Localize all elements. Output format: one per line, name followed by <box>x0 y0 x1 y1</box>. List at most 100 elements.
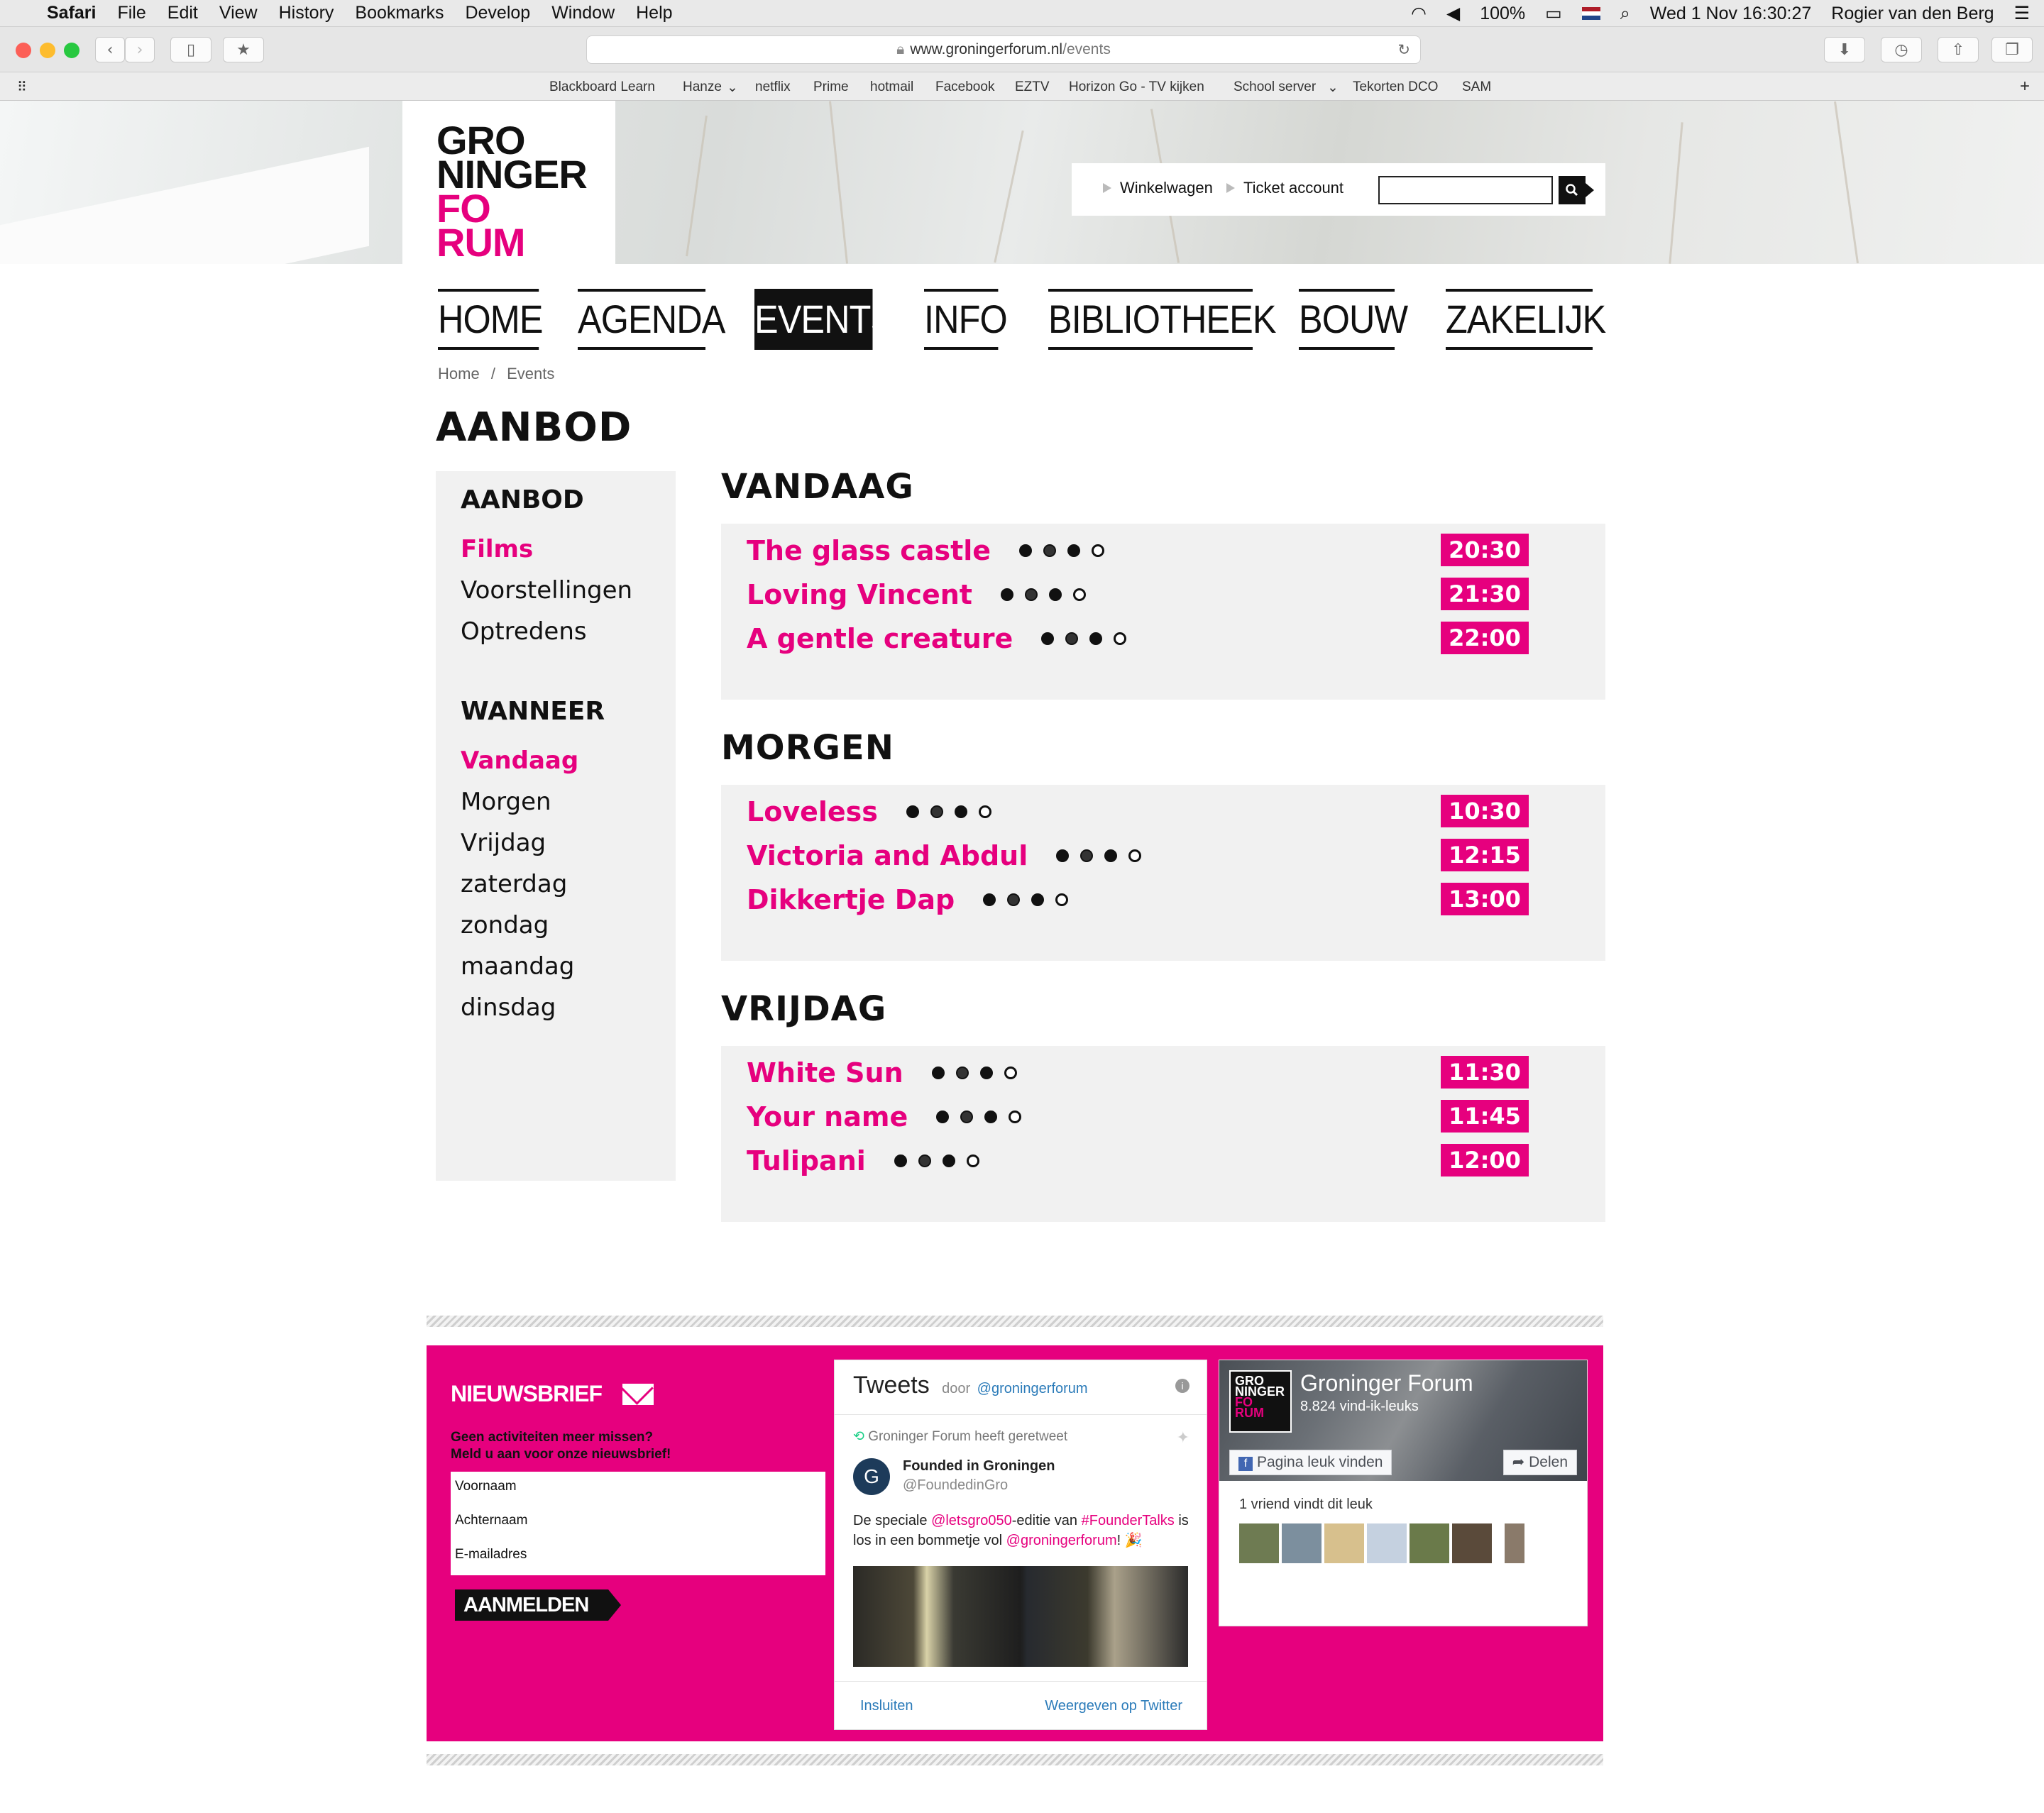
filter-voorstellingen[interactable]: Voorstellingen <box>461 576 632 605</box>
ticket-account-link[interactable]: Ticket account <box>1226 179 1344 197</box>
last-name-field[interactable]: Achternaam <box>455 1513 527 1528</box>
tweet-author[interactable]: Founded in Groningen <box>903 1458 1055 1475</box>
event-time-button[interactable]: 11:45 <box>1441 1100 1529 1133</box>
event-title-link[interactable]: The glass castle <box>747 535 991 566</box>
bookmark-item[interactable]: Blackboard Learn <box>549 79 655 95</box>
facebook-like-page-button[interactable]: f Pagina leuk vinden <box>1229 1450 1392 1475</box>
nav-bibliotheek[interactable]: BIBLIOTHEEK <box>1048 289 1277 350</box>
bookmark-item[interactable]: Tekorten DCO <box>1353 79 1438 95</box>
filter-vrijdag[interactable]: Vrijdag <box>461 829 546 857</box>
reload-icon[interactable]: ↻ <box>1397 41 1410 59</box>
notification-center-icon[interactable]: ☰ <box>2014 3 2030 24</box>
filter-films[interactable]: Films <box>461 535 533 563</box>
menu-history[interactable]: History <box>279 3 334 23</box>
event-time-button[interactable]: 20:30 <box>1441 534 1529 566</box>
event-time-button[interactable]: 12:00 <box>1441 1144 1529 1176</box>
info-icon[interactable]: i <box>1175 1379 1189 1393</box>
sidebar-toggle-icon[interactable]: ▯ <box>170 37 211 62</box>
event-title-link[interactable]: Loving Vincent <box>747 579 972 610</box>
twitter-handle-link[interactable]: @groningerforum <box>977 1381 1088 1396</box>
back-button[interactable]: ‹ <box>95 37 125 62</box>
history-icon[interactable]: ◷ <box>1881 37 1922 62</box>
email-field[interactable]: E-mailadres <box>455 1547 527 1563</box>
avatar[interactable] <box>1452 1523 1492 1563</box>
bookmark-item[interactable]: hotmail <box>870 79 913 95</box>
groninger-forum-logo[interactable]: GRO NINGER FO RUM <box>402 101 615 264</box>
event-title-link[interactable]: A gentle creature <box>747 623 1013 654</box>
event-title-link[interactable]: Dikkertje Dap <box>747 884 955 915</box>
bookmark-item[interactable]: Hanze <box>683 79 722 95</box>
bookmarks-star-icon[interactable]: ★ <box>223 37 264 62</box>
avatar[interactable]: G <box>853 1458 890 1495</box>
nav-info[interactable]: INFO <box>924 289 1008 350</box>
nav-home[interactable]: HOME <box>438 289 543 350</box>
breadcrumb-home[interactable]: Home <box>438 365 480 382</box>
filter-zondag[interactable]: zondag <box>461 911 549 939</box>
chevron-down-icon[interactable]: ⌄ <box>727 79 738 96</box>
maximize-window-button[interactable] <box>64 43 79 58</box>
event-time-button[interactable]: 13:00 <box>1441 883 1529 915</box>
bookmark-item[interactable]: Facebook <box>935 79 994 95</box>
subscribe-button[interactable]: AANMELDEN <box>455 1589 621 1621</box>
volume-icon[interactable]: ◀ <box>1446 3 1460 24</box>
bookmark-item[interactable]: EZTV <box>1015 79 1050 95</box>
nav-bouw[interactable]: BOUW <box>1299 289 1408 350</box>
menu-bookmarks[interactable]: Bookmarks <box>355 3 444 23</box>
event-title-link[interactable]: Victoria and Abdul <box>747 840 1028 871</box>
filter-maandag[interactable]: maandag <box>461 952 574 981</box>
apps-grid-icon[interactable]: ⠿ <box>17 79 27 96</box>
battery-percent[interactable]: 100% <box>1480 4 1525 24</box>
avatar[interactable] <box>1367 1523 1407 1563</box>
menu-develop[interactable]: Develop <box>465 3 530 23</box>
avatar[interactable] <box>1505 1523 1524 1563</box>
menu-window[interactable]: Window <box>551 3 615 23</box>
facebook-share-button[interactable]: ➦ Delen <box>1502 1450 1577 1475</box>
event-time-button[interactable]: 11:30 <box>1441 1056 1529 1089</box>
event-title-link[interactable]: White Sun <box>747 1057 903 1089</box>
event-time-button[interactable]: 22:00 <box>1441 622 1529 654</box>
search-input[interactable] <box>1378 176 1553 204</box>
downloads-icon[interactable]: ⬇ <box>1824 37 1865 62</box>
event-title-link[interactable]: Your name <box>747 1101 908 1133</box>
tabs-overview-icon[interactable]: ❐ <box>1991 37 2033 62</box>
user-name[interactable]: Rogier van den Berg <box>1831 4 1994 24</box>
avatar[interactable] <box>1324 1523 1364 1563</box>
wifi-icon[interactable]: ◠ <box>1411 3 1427 24</box>
nav-zakelijk[interactable]: ZAKELIJK <box>1446 289 1606 350</box>
bookmark-item[interactable]: Prime <box>813 79 849 95</box>
minimize-window-button[interactable] <box>40 43 55 58</box>
share-icon[interactable]: ⇧ <box>1938 37 1979 62</box>
filter-dinsdag[interactable]: dinsdag <box>461 993 556 1022</box>
search-button[interactable] <box>1559 176 1594 204</box>
menu-edit[interactable]: Edit <box>167 3 198 23</box>
nav-events[interactable]: EVENTS <box>754 289 894 350</box>
menu-file[interactable]: File <box>117 3 145 23</box>
flag-icon[interactable] <box>1581 7 1600 20</box>
first-name-field[interactable]: Voornaam <box>455 1479 517 1494</box>
event-time-button[interactable]: 21:30 <box>1441 578 1529 610</box>
avatar[interactable] <box>1239 1523 1279 1563</box>
bookmark-item[interactable]: School server <box>1233 79 1316 95</box>
event-title-link[interactable]: Loveless <box>747 796 878 827</box>
embed-link[interactable]: Insluiten <box>860 1698 913 1714</box>
filter-morgen[interactable]: Morgen <box>461 788 551 816</box>
chevron-down-icon[interactable]: ⌄ <box>1327 79 1339 96</box>
filter-vandaag[interactable]: Vandaag <box>461 746 578 775</box>
event-title-link[interactable]: Tulipani <box>747 1145 866 1176</box>
avatar[interactable] <box>1410 1523 1449 1563</box>
bookmark-item[interactable]: Horizon Go - TV kijken <box>1069 79 1204 95</box>
menu-help[interactable]: Help <box>636 3 672 23</box>
tweet-photo[interactable] <box>853 1566 1188 1667</box>
filter-optredens[interactable]: Optredens <box>461 617 587 646</box>
menu-app-name[interactable]: Safari <box>47 3 96 23</box>
bookmark-item[interactable]: netflix <box>755 79 791 95</box>
bookmark-item[interactable]: SAM <box>1462 79 1491 95</box>
hashtag-link[interactable]: #FounderTalks <box>1082 1513 1175 1528</box>
menu-view[interactable]: View <box>219 3 258 23</box>
view-on-twitter-link[interactable]: Weergeven op Twitter <box>1045 1698 1182 1714</box>
spotlight-search-icon[interactable]: ⌕ <box>1620 4 1630 24</box>
address-bar[interactable]: 🔒︎ www.groningerforum.nl/events ↻ <box>586 35 1421 64</box>
close-window-button[interactable] <box>16 43 31 58</box>
avatar[interactable] <box>1282 1523 1322 1563</box>
nav-agenda[interactable]: AGENDA <box>578 289 725 350</box>
